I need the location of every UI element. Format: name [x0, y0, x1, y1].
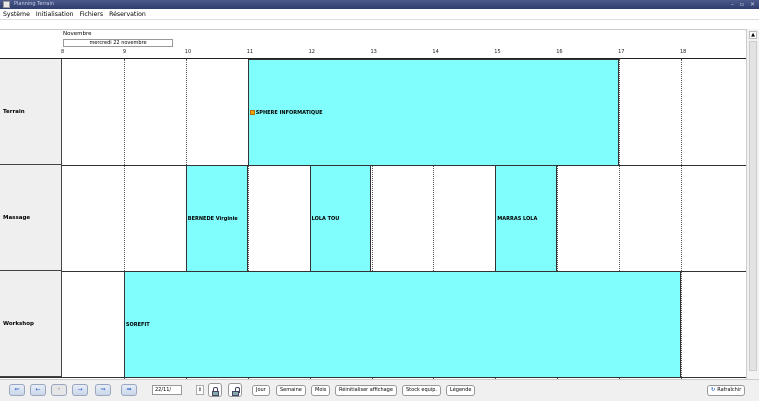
booking-label: SOREFIT — [126, 322, 150, 328]
booking-title: MARRAS LOLA — [497, 215, 538, 222]
flag-icon — [249, 109, 255, 115]
scroll-up-icon[interactable]: ▲ — [749, 31, 757, 39]
hour-label: 12 — [308, 49, 315, 55]
hour-label: 13 — [370, 49, 377, 55]
scroll-thumb[interactable] — [749, 41, 757, 371]
resource-name: Workshop — [3, 320, 34, 327]
menu-fichiers[interactable]: Fichiers — [80, 11, 103, 18]
last-page-icon[interactable]: ⇒ — [95, 384, 111, 396]
booking-block[interactable]: SOREFIT — [123, 271, 681, 378]
day-label: mercredi 22 novembre — [63, 39, 173, 47]
booking-block[interactable]: SPHERE INFORMATIQUE — [247, 59, 620, 166]
resource-row-header: Terrain — [0, 59, 62, 165]
hour-gridline — [681, 59, 682, 381]
minimize-icon[interactable]: – — [731, 1, 734, 8]
booking-label: BERNEDE Virginie — [188, 216, 238, 222]
hour-label: 17 — [618, 49, 625, 55]
hour-label: 14 — [432, 49, 439, 55]
bottom-toolbar: ⇐ ← • → ⇒ ⇛ 22/11/ ⇕ Jour Semaine Mois R… — [0, 379, 759, 401]
lock-icon[interactable] — [208, 383, 222, 397]
booking-block[interactable]: MARRAS LOLA — [495, 165, 558, 272]
window-controls: – ▫ ✕ — [731, 0, 755, 9]
forward-icon[interactable]: ⇛ — [121, 384, 137, 396]
date-input[interactable]: 22/11/ — [152, 385, 182, 395]
menu-initialisation[interactable]: Initialisation — [36, 11, 74, 18]
close-icon[interactable]: ✕ — [750, 1, 755, 8]
window-title: Planning Terrain — [14, 1, 55, 7]
month-view-button[interactable]: Mois — [311, 385, 331, 396]
date-spinner-icon[interactable]: ⇕ — [196, 385, 204, 395]
window-titlebar: Planning Terrain – ▫ ✕ — [0, 0, 759, 9]
booking-title: BERNEDE Virginie — [187, 215, 238, 222]
first-page-icon[interactable]: ⇐ — [9, 384, 25, 396]
booking-title: LOLA TOU — [311, 215, 340, 222]
day-view-button[interactable]: Jour — [252, 385, 270, 396]
planner: Novembre mercredi 22 novembre 8 9 10 11 12 13… — [0, 29, 746, 381]
menu-bar: Système Initialisation Fichiers Réservat… — [0, 9, 759, 20]
hour-label: 18 — [680, 49, 687, 55]
booking-block[interactable]: LOLA TOU — [309, 165, 372, 272]
booking-label: SPHERE INFORMATIQUE — [249, 109, 323, 116]
refresh-icon: ↻ — [711, 387, 716, 393]
previous-icon[interactable]: ← — [30, 384, 46, 396]
resource-name: Massage — [3, 214, 31, 221]
stock-equipment-button[interactable]: Stock equip. — [402, 385, 441, 396]
resource-row-header: Massage — [0, 165, 62, 271]
reset-display-button[interactable]: Réinitialiser affichage — [335, 385, 397, 396]
week-view-button[interactable]: Semaine — [276, 385, 306, 396]
schedule-grid: Terrain SPHERE INFORMATIQUE Massage BERNEDE… — [0, 58, 746, 381]
resource-name: Terrain — [3, 108, 25, 115]
legend-button[interactable]: Légende — [446, 385, 476, 396]
month-label: Novembre — [63, 31, 92, 37]
menu-reservation[interactable]: Réservation — [109, 11, 146, 18]
hour-label: 9 — [122, 49, 127, 55]
hour-label: 15 — [494, 49, 501, 55]
booking-title: SOREFIT — [125, 321, 150, 328]
refresh-button[interactable]: ↻ Rafraîchir — [707, 385, 745, 396]
today-icon[interactable]: • — [51, 384, 67, 396]
unlock-icon[interactable] — [228, 383, 242, 397]
booking-label: MARRAS LOLA — [497, 216, 537, 222]
hour-label: 10 — [184, 49, 192, 55]
menu-systeme[interactable]: Système — [3, 11, 30, 18]
refresh-label: Rafraîchir — [717, 387, 742, 393]
next-icon[interactable]: → — [72, 384, 88, 396]
app-icon — [3, 1, 10, 8]
vertical-scrollbar[interactable]: ▲ — [746, 29, 759, 379]
booking-block[interactable]: BERNEDE Virginie — [185, 165, 248, 272]
hour-label: 8 — [61, 49, 65, 55]
hour-label: 11 — [246, 49, 254, 55]
booking-label: LOLA TOU — [312, 216, 340, 222]
hour-label: 16 — [556, 49, 563, 55]
booking-title: SPHERE INFORMATIQUE — [255, 109, 323, 116]
resource-row-header: Workshop — [0, 271, 62, 377]
maximize-icon[interactable]: ▫ — [740, 1, 744, 8]
